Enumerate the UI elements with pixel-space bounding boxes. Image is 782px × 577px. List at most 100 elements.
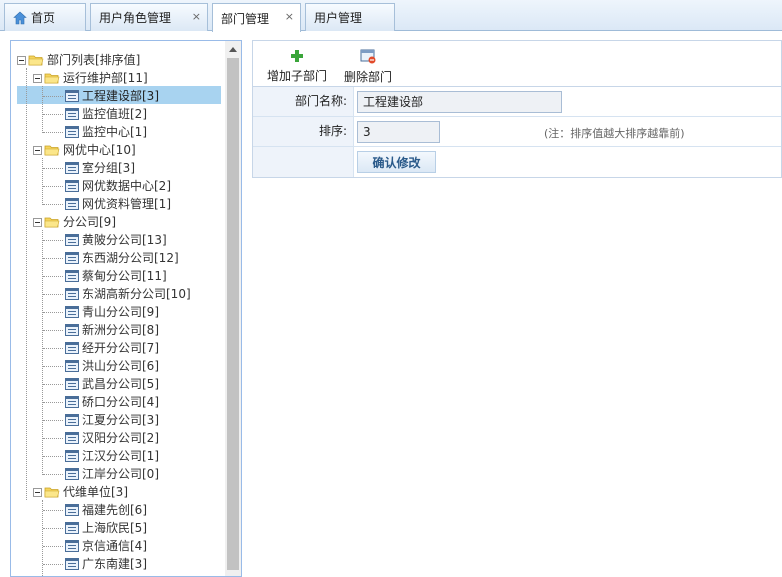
tree-connector xyxy=(42,500,43,576)
tree-connector xyxy=(43,294,63,295)
department-tree-panel: 部门列表[排序值] 运行维护部[11] 工程建设部[3] 监控值班[2] 监控中… xyxy=(10,40,242,577)
tree-leaf-label: 江岸分公司[0] xyxy=(82,467,159,481)
tree-leaf[interactable]: 武昌分公司[5] xyxy=(65,375,160,393)
tab-department-management[interactable]: 部门管理 × xyxy=(212,3,301,32)
department-name-input[interactable]: 工程建设部 xyxy=(357,91,562,113)
tree-leaf[interactable]: 江夏分公司[3] xyxy=(65,411,160,429)
tree-leaf-label: 京信通信[4] xyxy=(82,539,147,553)
tree-group[interactable]: 分公司[9] xyxy=(33,213,117,231)
scroll-thumb[interactable] xyxy=(227,58,239,570)
tree-leaf-label: 上海欣民[5] xyxy=(82,521,147,535)
document-icon xyxy=(65,126,79,138)
collapse-toggle-icon[interactable] xyxy=(33,73,42,83)
tree-connector xyxy=(43,366,63,367)
delete-department-label: 删除部门 xyxy=(344,70,393,84)
document-icon xyxy=(65,324,79,336)
document-icon xyxy=(65,360,79,372)
tree-leaf[interactable]: 室分组[3] xyxy=(65,159,136,177)
tree-connector xyxy=(43,510,63,511)
tree-leaf[interactable]: 经开分公司[7] xyxy=(65,339,160,357)
tree-leaf[interactable]: 江岸分公司[0] xyxy=(65,465,160,483)
folder-open-icon xyxy=(44,217,60,228)
tree-leaf[interactable]: 洪山分公司[6] xyxy=(65,357,160,375)
tree-leaf[interactable]: 网优资料管理[1] xyxy=(65,195,172,213)
tree-connector xyxy=(42,86,43,133)
delete-department-button[interactable]: 删除部门 xyxy=(344,49,392,85)
document-icon xyxy=(65,450,79,462)
tree-leaf-label: 室分组[3] xyxy=(82,161,135,175)
tree-leaf[interactable]: 监控中心[1] xyxy=(65,123,148,141)
collapse-toggle-icon[interactable] xyxy=(17,55,26,65)
tree-leaf[interactable]: 青山分公司[9] xyxy=(65,303,160,321)
tree-leaf[interactable]: 东西湖分公司[12] xyxy=(65,249,180,267)
sort-input[interactable]: 3 xyxy=(357,121,440,143)
tree-connector xyxy=(43,564,63,565)
tree-leaf-label: 东西湖分公司[12] xyxy=(82,251,179,265)
document-icon xyxy=(65,504,79,516)
tab-user-management[interactable]: 用户管理 xyxy=(305,3,395,31)
collapse-toggle-icon[interactable] xyxy=(33,145,42,155)
tree-leaf-label: 监控中心[1] xyxy=(82,125,147,139)
document-icon xyxy=(65,378,79,390)
document-icon xyxy=(65,108,79,120)
tree-leaf-label: 新洲分公司[8] xyxy=(82,323,159,337)
close-icon[interactable]: × xyxy=(285,11,294,23)
tree-leaf[interactable]: 广东南建[3] xyxy=(65,555,148,573)
tree-leaf-label: 蔡甸分公司[11] xyxy=(82,269,167,283)
tree-connector xyxy=(43,132,63,133)
tree-group[interactable]: 代维单位[3] xyxy=(33,483,129,501)
tab-home[interactable]: 首页 xyxy=(4,3,86,31)
document-icon xyxy=(65,270,79,282)
add-icon xyxy=(291,50,303,62)
tree-leaf[interactable]: 江汉分公司[1] xyxy=(65,447,160,465)
tab-bar: 首页 用户角色管理 × 部门管理 × 用户管理 xyxy=(0,0,782,32)
tab-user-role-management[interactable]: 用户角色管理 × xyxy=(90,3,208,31)
tab-label: 首页 xyxy=(31,11,56,25)
tree-connector xyxy=(43,474,63,475)
document-icon xyxy=(65,468,79,480)
tree-leaf[interactable]: 监控值班[2] xyxy=(65,105,148,123)
tree-connector xyxy=(43,204,63,205)
tree-leaf[interactable]: 京信通信[4] xyxy=(65,537,148,555)
tree-leaf-label: 江夏分公司[3] xyxy=(82,413,159,427)
collapse-toggle-icon[interactable] xyxy=(33,217,42,227)
collapse-toggle-icon[interactable] xyxy=(33,487,42,497)
document-icon xyxy=(65,558,79,570)
tree-leaf[interactable]: 黄陂分公司[13] xyxy=(65,231,168,249)
document-icon xyxy=(65,342,79,354)
document-icon xyxy=(65,306,79,318)
add-sub-department-button[interactable]: 增加子部门 xyxy=(267,49,327,84)
tree-group[interactable]: 运行维护部[11] xyxy=(33,69,149,87)
tree-connector xyxy=(43,546,63,547)
form-row-sort: 排序: 3 (注：排序值越大排序越靠前) xyxy=(253,117,781,147)
tree-leaf[interactable]: 汉阳分公司[2] xyxy=(65,429,160,447)
tree-connector xyxy=(43,258,63,259)
tree-leaf[interactable]: 福建先创[6] xyxy=(65,501,148,519)
tree-group-label: 代维单位[3] xyxy=(63,485,128,499)
tree-connector xyxy=(43,186,63,187)
folder-open-icon xyxy=(28,55,44,66)
scroll-up-arrow-icon[interactable] xyxy=(225,41,241,57)
delete-window-icon xyxy=(360,49,376,64)
tree-leaf-label: 黄陂分公司[13] xyxy=(82,233,167,247)
tree-leaf[interactable]: 东湖高新分公司[10] xyxy=(65,285,192,303)
department-form: 部门名称: 工程建设部 排序: 3 (注：排序值越大排序越靠前) 确认修改 xyxy=(252,86,782,178)
tree-connector xyxy=(43,312,63,313)
tree-leaf[interactable]: 新洲分公司[8] xyxy=(65,321,160,339)
tree-leaf[interactable]: 硚口分公司[4] xyxy=(65,393,160,411)
tree-leaf-label: 汉阳分公司[2] xyxy=(82,431,159,445)
confirm-modify-button[interactable]: 确认修改 xyxy=(357,151,436,173)
close-icon[interactable]: × xyxy=(192,11,201,23)
tree-root[interactable]: 部门列表[排序值] xyxy=(17,51,141,69)
tree-connector xyxy=(43,96,63,97)
tree-group[interactable]: 网优中心[10] xyxy=(33,141,137,159)
tree-leaf[interactable]: 蔡甸分公司[11] xyxy=(65,267,168,285)
tree-group-label: 运行维护部[11] xyxy=(63,71,148,85)
tree-leaf[interactable]: 网优数据中心[2] xyxy=(65,177,172,195)
tree-leaf[interactable]: 上海欣民[5] xyxy=(65,519,148,537)
tree-connector xyxy=(43,528,63,529)
document-icon xyxy=(65,414,79,426)
tree-scrollbar[interactable] xyxy=(225,41,241,576)
tree-leaf-selected[interactable]: 工程建设部[3] xyxy=(65,87,160,105)
tree-leaf-label: 监控值班[2] xyxy=(82,107,147,121)
